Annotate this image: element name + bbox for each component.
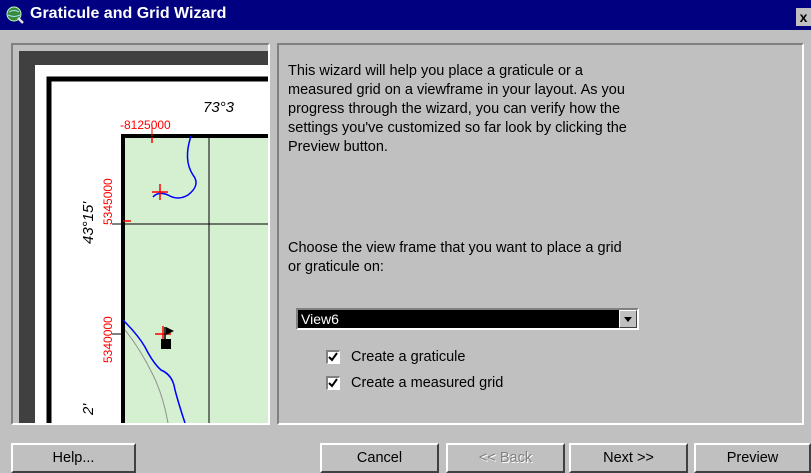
graticule-left-label-lower: 2' xyxy=(80,403,97,416)
create-measured-grid-label: Create a measured grid xyxy=(351,375,504,391)
close-button[interactable]: x xyxy=(796,8,811,26)
globe-icon xyxy=(6,6,24,24)
layout-preview-image: 73°3 -8125000 43°15' 2' 5345000 5340000 xyxy=(19,51,268,423)
grid-left-label-upper: 5345000 xyxy=(101,178,115,225)
create-graticule-label: Create a graticule xyxy=(351,349,466,365)
close-icon: x xyxy=(799,9,808,25)
grid-top-label: -8125000 xyxy=(120,118,171,132)
wizard-description: This wizard will help you place a gratic… xyxy=(288,63,627,155)
dropdown-arrow-button[interactable] xyxy=(619,310,637,328)
grid-left-label-lower: 5340000 xyxy=(101,316,115,363)
window-title: Graticule and Grid Wizard xyxy=(30,5,227,22)
create-graticule-checkbox[interactable] xyxy=(326,350,340,364)
chevron-down-icon xyxy=(624,317,632,322)
preview-panel: 73°3 -8125000 43°15' 2' 5345000 5340000 xyxy=(11,43,270,425)
view-frame-prompt: Choose the view frame that you want to p… xyxy=(288,240,622,275)
graticule-top-label: 73°3 xyxy=(203,99,235,116)
graticule-left-label: 43°15' xyxy=(80,201,97,244)
checkmark-icon xyxy=(328,352,338,362)
view-frame-selected-value: View6 xyxy=(301,311,339,327)
title-bar: Graticule and Grid Wizard x xyxy=(0,0,811,30)
view-frame-select[interactable]: View6 xyxy=(296,308,639,330)
checkmark-icon xyxy=(328,378,338,388)
create-measured-grid-checkbox[interactable] xyxy=(326,376,340,390)
